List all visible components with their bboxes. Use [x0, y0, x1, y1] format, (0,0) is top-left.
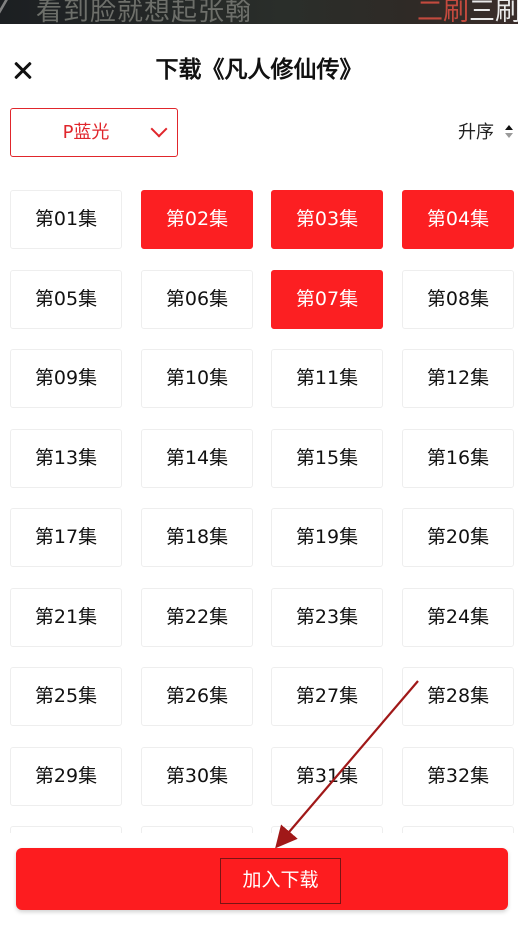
episode-item[interactable]: 第06集 — [141, 270, 253, 329]
episode-item[interactable]: 第29集 — [10, 747, 122, 806]
episode-item[interactable]: 第08集 — [402, 270, 514, 329]
episode-item[interactable]: 第05集 — [10, 270, 122, 329]
episode-item[interactable]: 第12集 — [402, 349, 514, 408]
video-overlay-text: 二刷三刷 — [417, 0, 518, 24]
episode-item[interactable]: 第30集 — [141, 747, 253, 806]
episode-item[interactable] — [271, 826, 383, 833]
page-title: 下载《凡人修仙传》 — [155, 57, 363, 83]
episode-item[interactable]: 第31集 — [271, 747, 383, 806]
sort-arrows-icon — [504, 125, 514, 141]
episode-item[interactable]: 第18集 — [141, 508, 253, 567]
episode-item[interactable]: 第04集 — [402, 190, 514, 249]
episode-item[interactable]: 第01集 — [10, 190, 122, 249]
episode-item[interactable]: 第03集 — [271, 190, 383, 249]
episode-item[interactable]: 第14集 — [141, 429, 253, 488]
episode-item[interactable]: 第02集 — [141, 190, 253, 249]
episode-item[interactable] — [402, 826, 514, 833]
episode-item[interactable]: 第25集 — [10, 667, 122, 726]
add-to-download-button[interactable]: 加入下载 — [16, 848, 508, 910]
episode-item[interactable]: 第28集 — [402, 667, 514, 726]
episode-item[interactable] — [10, 826, 122, 833]
video-overlay-mark — [0, 0, 23, 16]
episode-item[interactable]: 第24集 — [402, 588, 514, 647]
episode-item[interactable]: 第22集 — [141, 588, 253, 647]
episode-item[interactable]: 第17集 — [10, 508, 122, 567]
sort-order-toggle[interactable]: 升序 — [458, 118, 513, 148]
video-overlay-red: 二刷 — [417, 0, 470, 24]
add-to-download-label: 加入下载 — [220, 858, 341, 904]
episode-item[interactable]: 第09集 — [10, 349, 122, 408]
episode-grid: 第01集 第02集 第03集 第04集第05集 第06集 第07集 第08集第09集 第10集… — [10, 190, 514, 833]
episode-item[interactable]: 第13集 — [10, 429, 122, 488]
episode-item[interactable]: 第23集 — [271, 588, 383, 647]
episode-item[interactable]: 第10集 — [141, 349, 253, 408]
episode-item[interactable]: 第26集 — [141, 667, 253, 726]
episode-item[interactable]: 第11集 — [271, 349, 383, 408]
episode-item[interactable]: 第27集 — [271, 667, 383, 726]
sort-label: 升序 — [458, 122, 494, 143]
episode-item[interactable]: 第15集 — [271, 429, 383, 488]
episode-item[interactable]: 第21集 — [10, 588, 122, 647]
episode-item[interactable]: 第07集 — [271, 270, 383, 329]
quality-dropdown[interactable]: P蓝光 — [10, 108, 178, 157]
video-preview-strip: 看到脸就想起张翰 二刷三刷 — [0, 0, 518, 24]
episode-item[interactable]: 第16集 — [402, 429, 514, 488]
video-subtitle: 看到脸就想起张翰 — [36, 0, 253, 24]
quality-selected-label: P蓝光 — [62, 122, 110, 143]
video-overlay-white: 三刷 — [469, 0, 518, 24]
episode-item[interactable]: 第20集 — [402, 508, 514, 567]
episode-item[interactable]: 第19集 — [271, 508, 383, 567]
episode-item[interactable] — [141, 826, 253, 833]
episode-item[interactable]: 第32集 — [402, 747, 514, 806]
